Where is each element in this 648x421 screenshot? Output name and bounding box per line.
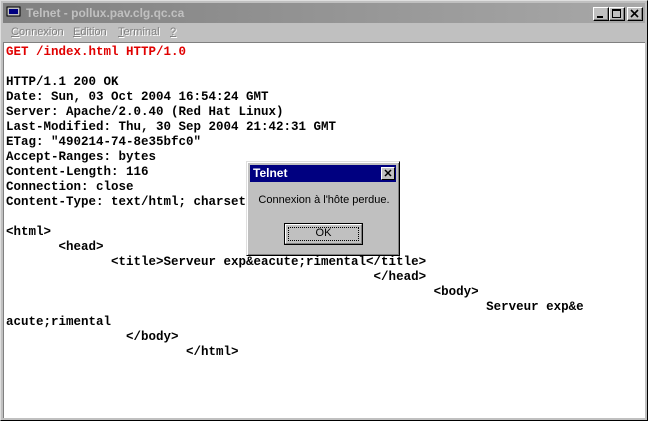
dialog-message: Connexion à l'hôte perdue. xyxy=(258,194,390,206)
terminal-icon xyxy=(6,6,22,20)
close-button[interactable] xyxy=(627,7,643,21)
menu-terminal[interactable]: Terminal xyxy=(118,26,160,38)
menu-help-accel: ? xyxy=(170,26,177,38)
window-title: Telnet - pollux.pav.clg.qc.ca xyxy=(26,6,185,20)
dialog-title: Telnet xyxy=(253,166,288,180)
terminal-line: <html> xyxy=(6,225,52,239)
terminal-line: ETag: "490214-74-8e35bfc0" xyxy=(6,135,202,149)
terminal-line: </head> xyxy=(6,270,427,284)
terminal-line: Content-Length: 116 xyxy=(6,165,149,179)
terminal-line: GET /index.html HTTP/1.0 xyxy=(6,45,187,59)
terminal-line: Date: Sun, 03 Oct 2004 16:54:24 GMT xyxy=(6,90,269,104)
terminal-line: HTTP/1.1 200 OK xyxy=(6,75,119,89)
minimize-button[interactable] xyxy=(593,7,609,21)
terminal-line: </body> xyxy=(6,330,179,344)
menu-terminal-label: erminal xyxy=(123,26,160,38)
dialog-close-button[interactable] xyxy=(381,167,395,180)
terminal-line: Server: Apache/2.0.40 (Red Hat Linux) xyxy=(6,105,284,119)
terminal-line: <head> xyxy=(6,240,104,254)
terminal-line: Connection: close xyxy=(6,180,134,194)
maximize-button[interactable] xyxy=(609,7,625,21)
terminal-line: Accept-Ranges: bytes xyxy=(6,150,157,164)
terminal-line: <body> xyxy=(6,285,479,299)
terminal-line: </html> xyxy=(6,345,239,359)
title-bar[interactable]: Telnet - pollux.pav.clg.qc.ca xyxy=(3,3,645,23)
menu-connexion-label: onnexion xyxy=(18,26,64,38)
ok-button-label: OK xyxy=(315,227,332,239)
terminal-line: <title>Serveur exp&eacute;rimental</titl… xyxy=(6,255,427,269)
terminal-line: Last-Modified: Thu, 30 Sep 2004 21:42:31… xyxy=(6,120,337,134)
menu-edition[interactable]: Edition xyxy=(73,26,107,38)
menu-connexion-accel: C xyxy=(11,26,19,38)
menu-help[interactable]: ? xyxy=(170,26,176,38)
menu-connexion[interactable]: Connexion xyxy=(11,26,64,38)
terminal-line: Serveur exp&e xyxy=(6,300,584,314)
dialog-title-bar[interactable]: Telnet xyxy=(250,165,396,182)
ok-button[interactable]: OK xyxy=(284,223,363,245)
menu-bar: Connexion Edition Terminal ? xyxy=(3,24,645,42)
terminal-line: acute;rimental xyxy=(6,315,112,329)
telnet-dialog: Telnet Connexion à l'hôte perdue. OK xyxy=(246,161,400,256)
menu-edition-label: dition xyxy=(80,26,107,38)
